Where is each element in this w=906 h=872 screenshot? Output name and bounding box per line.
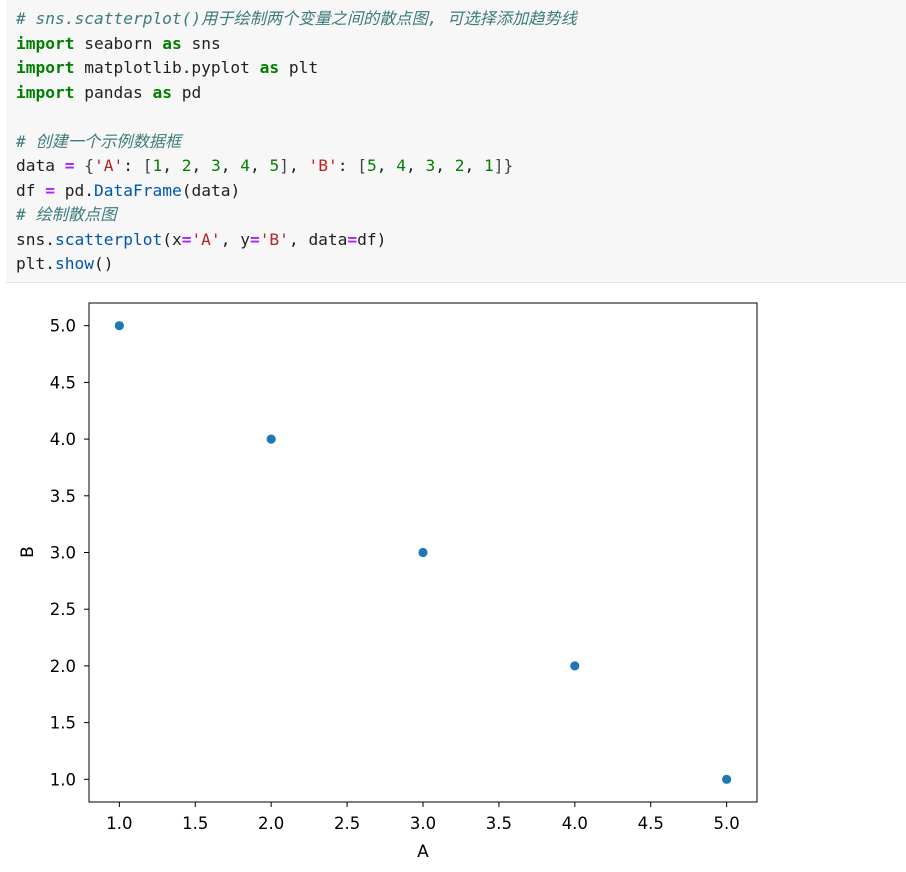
comma: , [162,156,182,175]
num: 1 [483,156,494,175]
pd-prefix: pd. [64,180,94,200]
y-tick-label: 4.5 [50,373,76,392]
num: 3 [425,156,436,175]
comma: , [191,156,211,175]
kw-import: import [16,58,75,77]
brace-open: { [84,156,94,175]
code-comment-plot: # 绘制散点图 [16,205,117,224]
y-tick-label: 3.0 [50,544,76,563]
num: 4 [396,156,406,175]
scatter-point [569,660,581,672]
comma: , [288,229,309,249]
x-axis-label: A [417,842,429,862]
module-pyplot: matplotlib.pyplot [84,58,250,77]
comma: , [405,156,426,175]
y-axis-label: B [18,546,38,558]
module-seaborn: seaborn [84,33,153,53]
empty-call: () [93,254,114,273]
y-tick-label: 5.0 [50,317,76,336]
val-a: 'A' [191,229,221,249]
alias-pd: pd [181,82,202,102]
kw-as: as [152,82,172,102]
comma: , [464,156,484,175]
x-tick-label: 3.0 [410,814,436,833]
comma: , [249,156,270,175]
y-tick-label: 3.5 [50,487,76,506]
scatter-point [113,320,125,332]
x-tick-label: 1.0 [106,814,132,833]
scatter-point [265,433,277,445]
arg-data: (data) [181,180,241,200]
val-b: 'B' [259,229,289,249]
kw-x: x [171,229,182,249]
num: 1 [152,156,163,175]
fn-show: show [54,254,94,273]
scatter-chart: 1.0 1.5 2.0 2.5 3.0 3.5 4.0 4.5 5.0 1.0 1.5 2.0 2.5… [18,302,758,862]
bracket-close: ] [279,156,289,175]
kw-data: data [308,229,348,249]
kw-as: as [259,58,280,77]
num: 5 [366,156,377,175]
x-tick-label: 2.0 [258,814,284,833]
comma: , [435,156,455,175]
op-eq: = [181,229,192,249]
x-ticks: 1.0 1.5 2.0 2.5 3.0 3.5 4.0 4.5 5.0 [106,802,740,833]
x-tick-label: 3.5 [486,814,512,833]
code-cell[interactable]: # sns.scatterplot()用于绘制两个变量之间的散点图, 可选择添加… [6,0,906,283]
fn-scatterplot: scatterplot [54,229,163,249]
module-pandas: pandas [84,82,143,102]
comma: , [220,229,241,249]
x-tick-label: 2.5 [334,814,360,833]
code-comment-create: # 创建一个示例数据框 [16,131,182,151]
kw-as: as [162,33,182,53]
kw-y: y [240,229,250,249]
comma: , [220,156,241,175]
key-a: 'A' [93,156,124,175]
scatter-points [113,320,733,785]
paren-open: ( [162,229,172,249]
code-comment-title: # sns.scatterplot()用于绘制两个变量之间的散点图, 可选择添加… [16,9,577,28]
var-data: data [16,156,55,175]
plt-prefix: plt. [16,254,55,273]
fn-dataframe: DataFrame [94,180,182,200]
var-df: df [16,180,36,200]
paren-close: ) [376,229,387,249]
colon: : [337,156,358,175]
colon: : [123,156,143,175]
op-assign: = [64,156,75,175]
comma: , [288,156,309,175]
cell-output: 1.0 1.5 2.0 2.5 3.0 3.5 4.0 4.5 5.0 1.0 1.5 2.0 2.5… [0,290,906,868]
op-eq: = [249,229,260,249]
brace-close: } [503,156,514,175]
y-ticks: 1.0 1.5 2.0 2.5 3.0 3.5 4.0 4.5 5.0 [50,317,89,789]
num: 4 [240,156,250,175]
kw-import: import [16,33,75,53]
alias-plt: plt [288,58,319,77]
num: 5 [269,156,280,175]
y-tick-label: 4.0 [50,430,76,449]
op-eq: = [347,229,358,249]
alias-sns: sns [191,33,221,53]
scatter-point [721,773,733,785]
bracket-open: [ [357,156,367,175]
num: 3 [210,156,221,175]
op-assign: = [45,180,55,200]
y-tick-label: 2.0 [50,657,76,676]
kw-import: import [16,82,75,102]
scatter-point [417,547,429,558]
x-tick-label: 1.5 [182,814,208,833]
key-b: 'B' [308,156,338,175]
x-tick-label: 4.5 [638,814,664,833]
y-tick-label: 2.5 [50,600,76,619]
sns-prefix: sns. [16,229,55,249]
x-tick-label: 4.0 [562,814,588,833]
code-editor[interactable]: # sns.scatterplot()用于绘制两个变量之间的散点图, 可选择添加… [6,0,906,277]
x-tick-label: 5.0 [714,814,740,833]
y-tick-label: 1.0 [50,770,76,789]
val-df: df [357,229,377,249]
comma: , [376,156,397,175]
y-tick-label: 1.5 [50,714,76,733]
